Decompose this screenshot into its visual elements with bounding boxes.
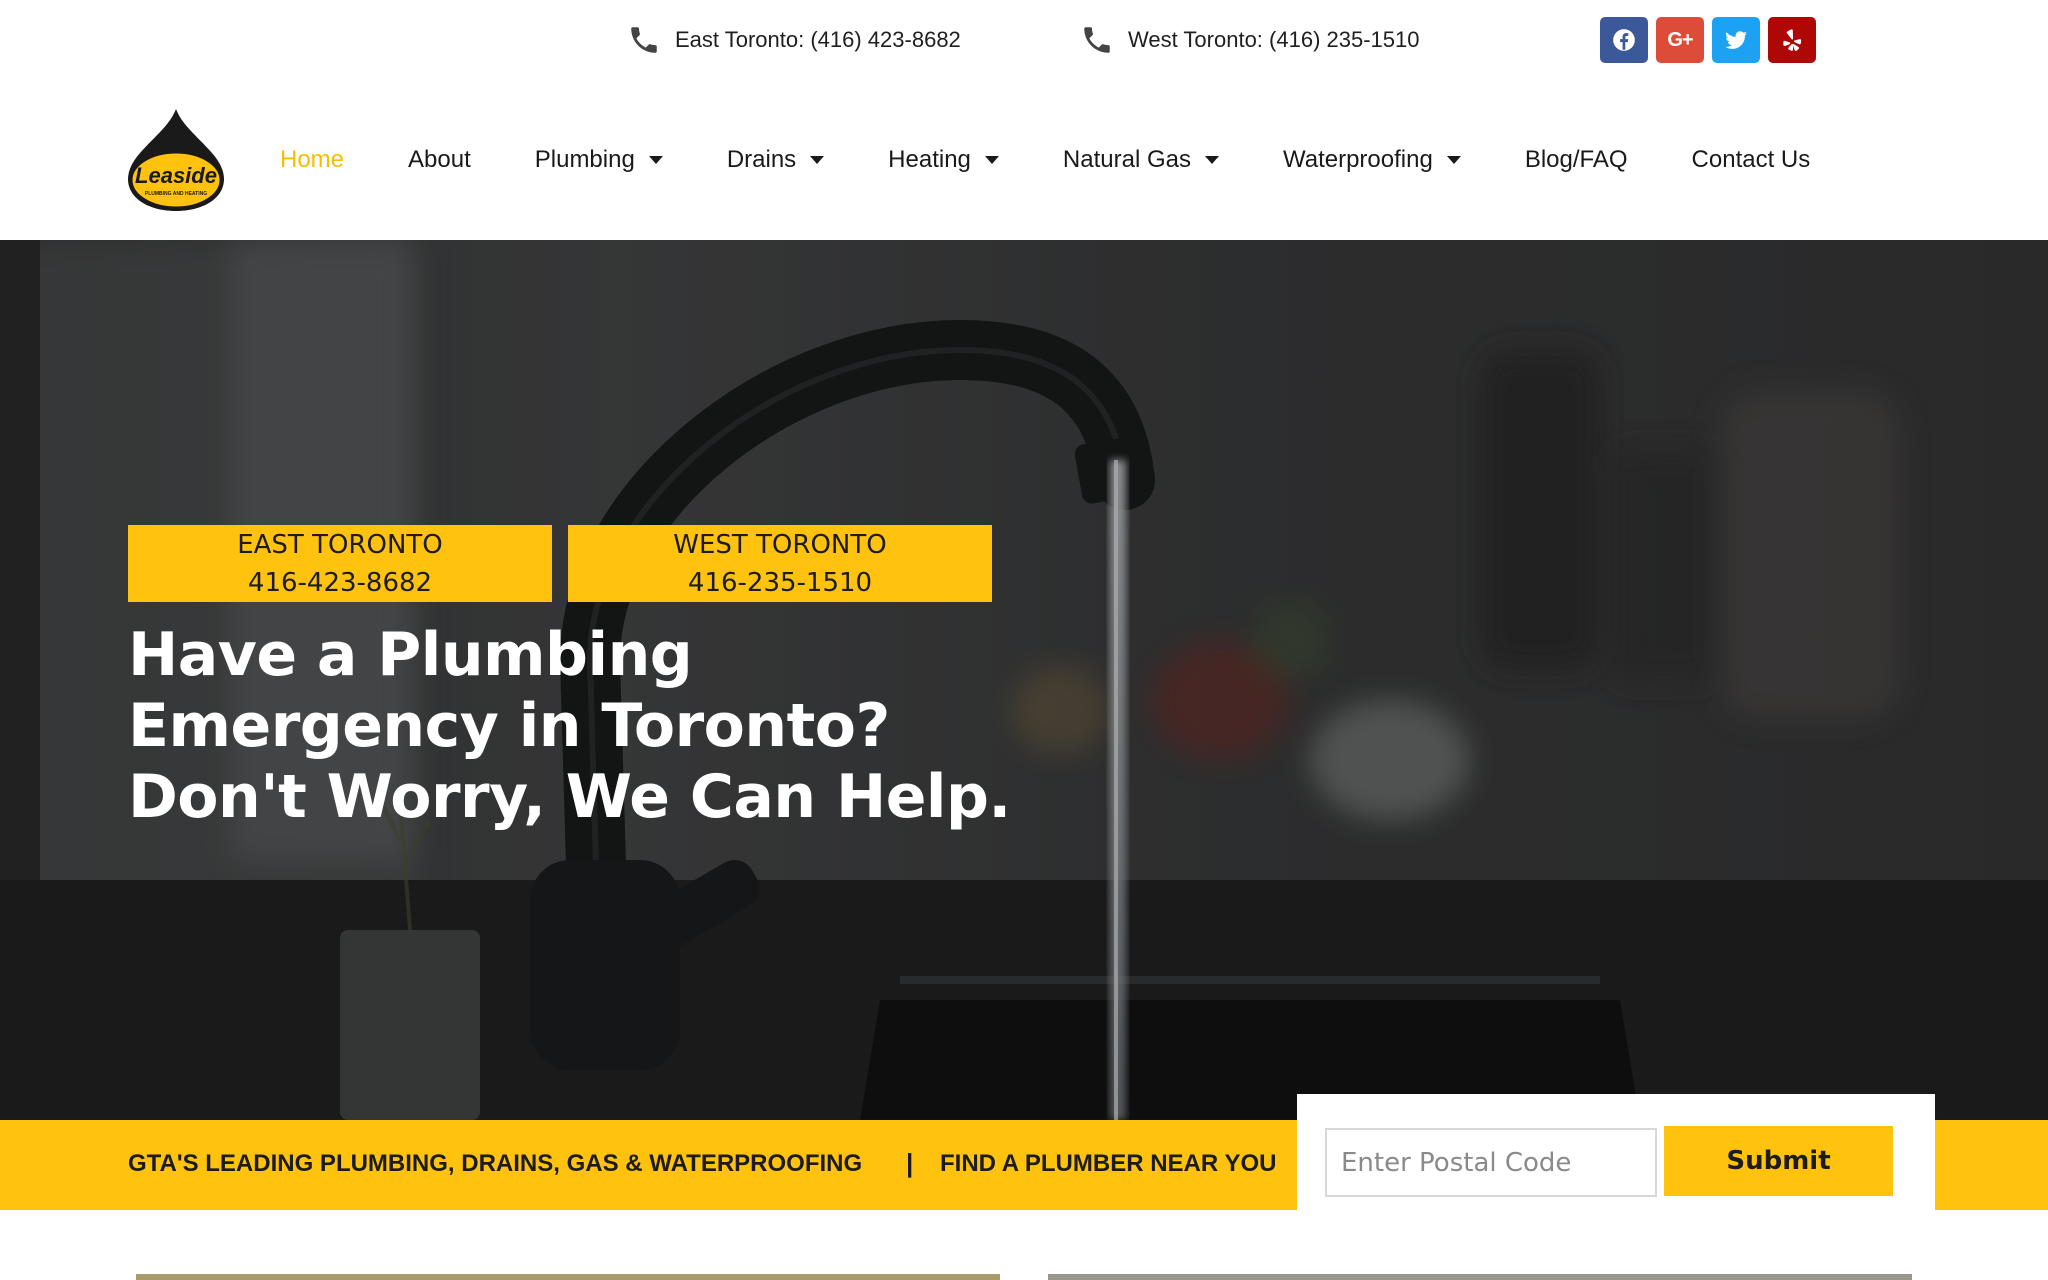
facebook-icon [1613,29,1635,51]
phone-icon [631,27,657,53]
main-navbar: Leaside PLUMBING AND HEATING Home About … [0,80,2048,240]
nav-item-drains[interactable]: Drains [726,146,825,174]
twitter-button[interactable] [1712,17,1760,63]
nav-item-label: Plumbing [534,146,635,173]
oil-drop-logo-icon: Leaside PLUMBING AND HEATING [128,109,224,211]
logo-subtext: PLUMBING AND HEATING [145,191,207,197]
east-toronto-call-button[interactable]: EAST TORONTO 416-423-8682 [128,525,552,602]
nav-item-heating[interactable]: Heating [888,146,999,174]
nav-item-label: Contact Us [1691,146,1811,173]
postal-code-form: Submit [1297,1094,1935,1210]
postal-code-input[interactable] [1325,1128,1657,1197]
yelp-icon [1783,29,1802,51]
hero-headline: Have a Plumbing Emergency in Toronto? Do… [128,620,1028,833]
west-phone-contact[interactable]: West Toronto: (416) 235-1510 [1080,20,1419,60]
nav-item-contact-us[interactable]: Contact Us [1692,146,1811,174]
nav-item-natural-gas[interactable]: Natural Gas [1063,146,1219,174]
caret-down-icon [810,156,825,164]
nav-item-label: Waterproofing [1282,146,1433,173]
east-toronto-label: EAST TORONTO [237,529,443,560]
google-plus-button[interactable]: G+ [1656,17,1704,63]
nav-item-waterproofing[interactable]: Waterproofing [1283,146,1461,174]
service-card[interactable] [136,1274,1000,1280]
nav-item-label: About [408,146,471,173]
nav-item-label: Home [280,146,345,173]
east-toronto-number: 416-423-8682 [247,567,433,598]
submit-button[interactable]: Submit [1664,1126,1893,1196]
strip-separator: | [906,1148,914,1178]
headline-line: Have a Plumbing [128,620,693,690]
primary-nav: Home About Plumbing Drains Heating Natur… [280,138,1810,182]
nav-item-about[interactable]: About [408,146,471,174]
yelp-button[interactable] [1768,17,1816,63]
caret-down-icon [984,156,999,164]
nav-item-blog-faq[interactable]: Blog/FAQ [1525,146,1628,174]
facebook-button[interactable] [1600,17,1648,63]
caret-down-icon [648,156,663,164]
phone-icon [1084,27,1110,53]
caret-down-icon [1204,156,1219,164]
headline-line: Don't Worry, We Can Help. [128,762,1011,832]
twitter-icon [1725,31,1747,49]
service-card[interactable] [1048,1274,1912,1280]
social-links: G+ [1600,17,1816,63]
east-phone-contact[interactable]: East Toronto: (416) 423-8682 [627,20,961,60]
nav-item-plumbing[interactable]: Plumbing [535,146,663,174]
hero-section: EAST TORONTO 416-423-8682 WEST TORONTO 4… [0,240,2048,1120]
east-phone-text: East Toronto: (416) 423-8682 [675,27,961,52]
west-toronto-call-button[interactable]: WEST TORONTO 416-235-1510 [568,525,992,602]
top-contact-bar: East Toronto: (416) 423-8682 West Toront… [0,0,2048,80]
leaside-logo[interactable]: Leaside PLUMBING AND HEATING [126,107,226,213]
logo-wordmark: Leaside [135,163,217,188]
service-tagline: GTA'S LEADING PLUMBING, DRAINS, GAS & WA… [128,1150,863,1177]
nav-item-label: Natural Gas [1062,146,1191,173]
west-toronto-number: 416-235-1510 [687,567,873,598]
google-plus-icon: G+ [1667,28,1693,51]
nav-item-label: Heating [888,146,971,173]
caret-down-icon [1446,156,1461,164]
nav-item-home[interactable]: Home [280,146,344,174]
nav-item-label: Drains [726,146,797,173]
west-phone-text: West Toronto: (416) 235-1510 [1128,27,1420,52]
nav-item-label: Blog/FAQ [1524,146,1628,173]
headline-line: Emergency in Toronto? [128,691,890,761]
find-plumber-label: FIND A PLUMBER NEAR YOU [940,1150,1277,1177]
west-toronto-label: WEST TORONTO [673,529,887,560]
